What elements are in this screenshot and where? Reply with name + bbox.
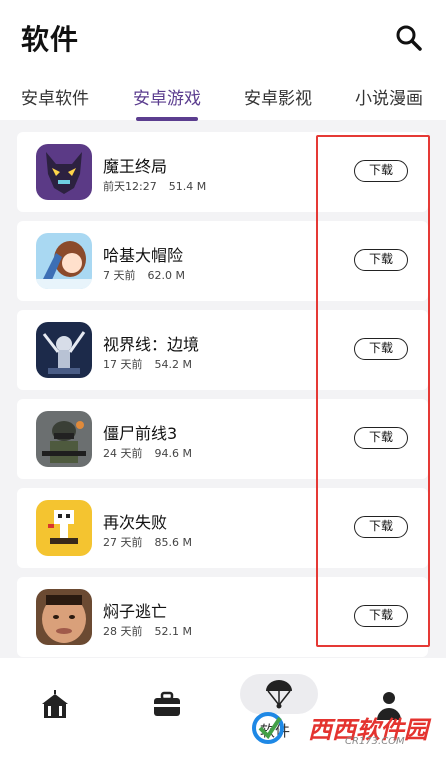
app-meta: 前天12:27 51.4 M xyxy=(103,178,206,194)
app-name: 僵尸前线3 xyxy=(103,424,178,443)
soldier-shooter-game-icon xyxy=(36,411,92,467)
app-size: 54.2 M xyxy=(154,358,192,371)
app-meta: 28 天前 52.1 M xyxy=(103,623,192,639)
search-button[interactable] xyxy=(393,22,425,54)
app-update-time: 27 天前 xyxy=(103,536,143,549)
app-meta: 24 天前 94.6 M xyxy=(103,445,192,461)
nav-item-toolbox[interactable] xyxy=(150,688,190,728)
app-update-time: 24 天前 xyxy=(103,447,143,460)
category-tabs: 安卓软件 安卓游戏 安卓影视 小说漫画 xyxy=(0,84,446,120)
watermark-logo-icon xyxy=(252,712,284,744)
tab-android-games[interactable]: 安卓游戏 xyxy=(133,84,201,109)
app-size: 85.6 M xyxy=(154,536,192,549)
anime-girl-game-icon xyxy=(36,233,92,289)
app-name: 哈基大帽险 xyxy=(103,246,184,265)
app-name: 魔王终局 xyxy=(103,157,168,176)
page-title: 软件 xyxy=(21,23,80,56)
app-size: 51.4 M xyxy=(168,180,207,193)
tab-android-video[interactable]: 安卓影视 xyxy=(244,84,312,109)
tab-novel-comics[interactable]: 小说漫画 xyxy=(355,84,423,109)
nav-item-home[interactable] xyxy=(38,688,78,728)
app-meta: 27 天前 85.6 M xyxy=(103,534,192,550)
pixel-character-game-icon xyxy=(36,500,92,556)
app-size: 94.6 M xyxy=(154,447,192,460)
tab-android-software[interactable]: 安卓软件 xyxy=(21,84,89,109)
circus-tent-icon xyxy=(42,690,68,718)
app-name: 再次失败 xyxy=(103,513,168,532)
app-header: 软件 安卓软件 安卓游戏 安卓影视 小说漫画 xyxy=(0,0,446,121)
app-update-time: 7 天前 xyxy=(103,269,136,282)
man-face-game-icon xyxy=(36,589,92,645)
app-size: 52.1 M xyxy=(154,625,192,638)
search-icon xyxy=(396,25,422,51)
app-update-time: 前天12:27 xyxy=(103,180,157,193)
app-update-time: 28 天前 xyxy=(103,625,143,638)
app-update-time: 17 天前 xyxy=(103,358,143,371)
app-meta: 7 天前 62.0 M xyxy=(103,267,185,283)
parachute-icon xyxy=(266,680,292,709)
highlight-annotation-box xyxy=(316,135,430,647)
app-name: 视界线：边境 xyxy=(103,335,200,354)
app-name: 焖子逃亡 xyxy=(103,602,168,621)
app-size: 62.0 M xyxy=(147,269,185,282)
site-watermark: 西西软件园 CR173.COM xyxy=(250,708,428,750)
wolf-mask-game-icon xyxy=(36,144,92,200)
toolbox-icon xyxy=(154,691,180,716)
app-meta: 17 天前 54.2 M xyxy=(103,356,192,372)
robot-mech-game-icon xyxy=(36,322,92,378)
watermark-subtext: CR173.COM xyxy=(345,736,405,747)
